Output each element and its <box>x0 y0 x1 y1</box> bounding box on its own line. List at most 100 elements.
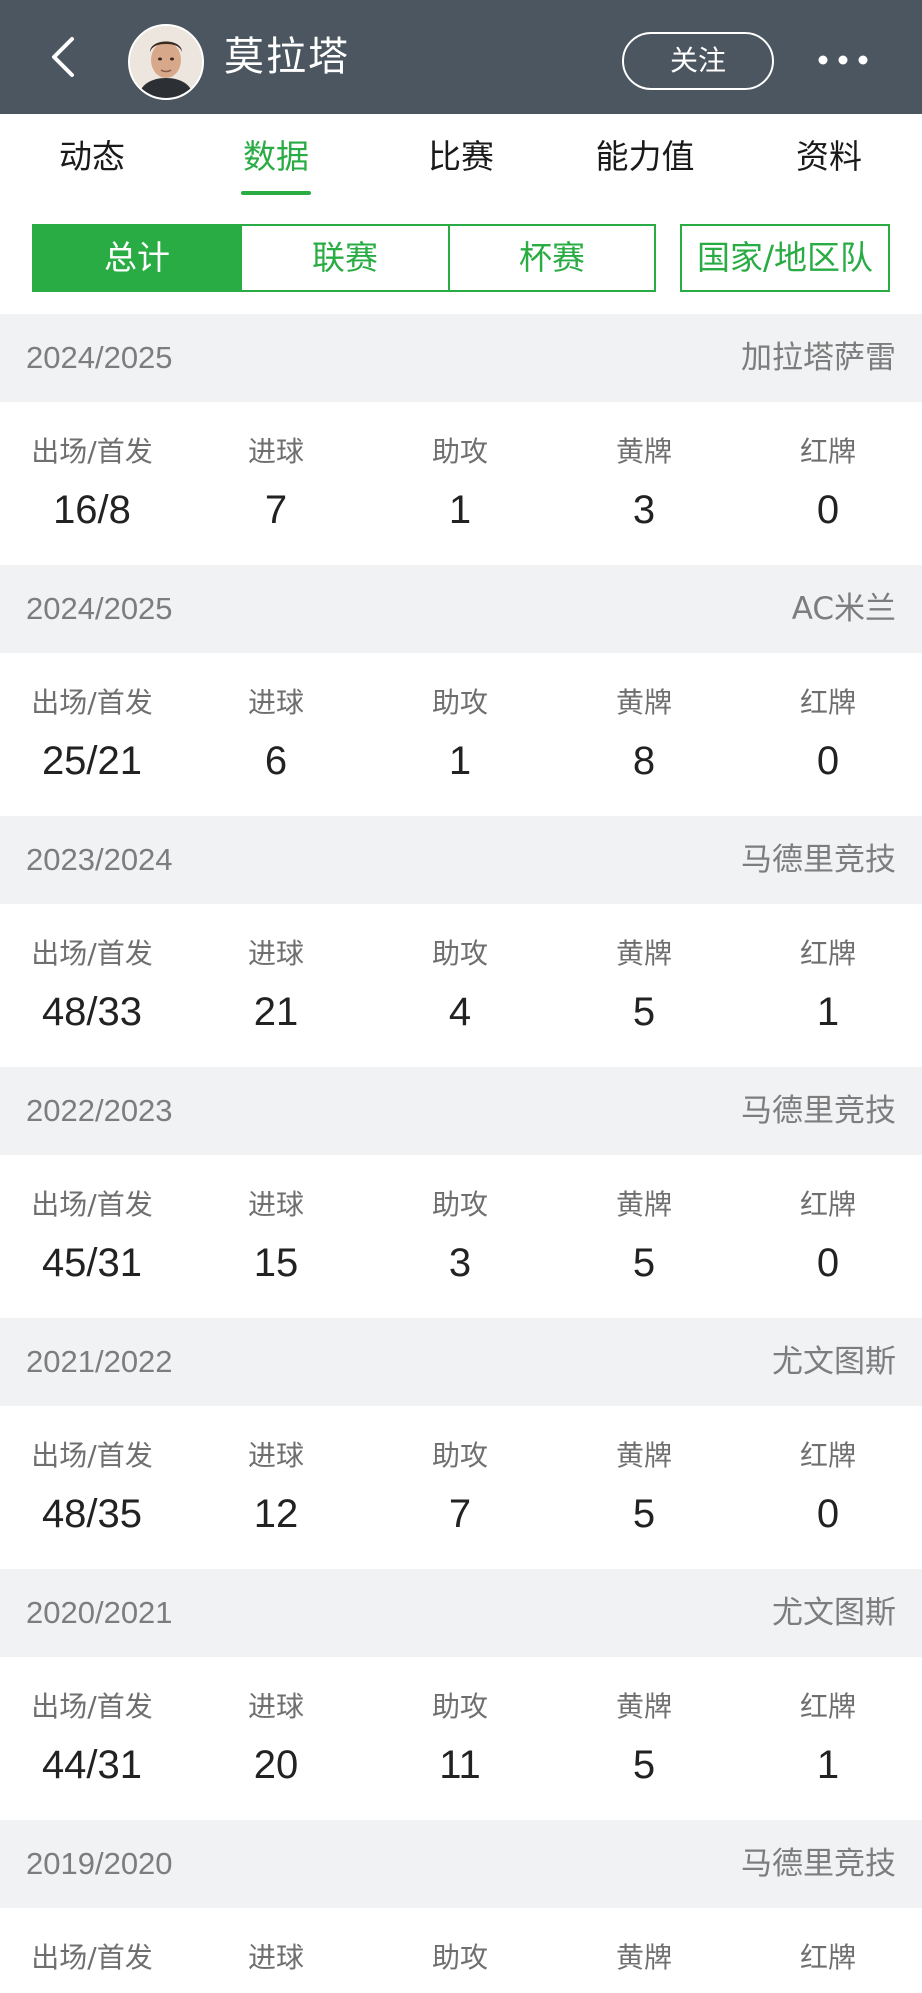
stat-cell: 出场/首发 48/33 <box>0 904 184 1066</box>
stat-cell: 红牌 0 <box>736 1406 920 1568</box>
stat-value: 1 <box>816 990 840 1034</box>
stat-value: 5 <box>632 1743 656 1787</box>
season-stats-row: 出场/首发 25/21 进球 6 助攻 1 黄牌 8 红牌 0 <box>0 653 922 815</box>
season-year: 2024/2025 <box>26 591 173 626</box>
stat-cell: 助攻 1 <box>368 402 552 564</box>
season-club[interactable]: 尤文图斯 <box>772 1318 896 1406</box>
stat-label: 出场/首发 <box>31 1188 153 1221</box>
stat-cell: 出场/首发 44/31 <box>0 1657 184 1819</box>
stat-value: 45/31 <box>41 1241 143 1285</box>
stat-label: 进球 <box>247 435 304 468</box>
stat-label: 红牌 <box>799 937 856 970</box>
season-year: 2020/2021 <box>26 1595 173 1630</box>
stat-label: 助攻 <box>431 1941 488 1974</box>
stat-label: 红牌 <box>799 1690 856 1723</box>
stat-cell: 出场/首发 <box>0 1908 184 1993</box>
stat-value: 12 <box>253 1492 299 1536</box>
season-club[interactable]: 加拉塔萨雷 <box>741 314 896 402</box>
season-stats-row: 出场/首发 进球 助攻 黄牌 红牌 <box>0 1908 922 1993</box>
stat-label: 出场/首发 <box>31 1690 153 1723</box>
stat-cell: 黄牌 5 <box>552 1406 736 1568</box>
stat-value: 5 <box>632 990 656 1034</box>
season-club[interactable]: 马德里竞技 <box>741 816 896 904</box>
stat-label: 出场/首发 <box>31 1941 153 1974</box>
season-year: 2022/2023 <box>26 1093 173 1128</box>
season-header: 2019/2020 马德里竞技 <box>0 1820 922 1908</box>
stat-value: 11 <box>439 1743 481 1787</box>
stat-label: 进球 <box>247 937 304 970</box>
stat-cell: 进球 20 <box>184 1657 368 1819</box>
stat-cell: 红牌 1 <box>736 1657 920 1819</box>
filter-national-team[interactable]: 国家/地区队 <box>680 224 890 292</box>
season-stats-row: 出场/首发 16/8 进球 7 助攻 1 黄牌 3 红牌 0 <box>0 402 922 564</box>
stat-cell: 出场/首发 16/8 <box>0 402 184 564</box>
tab-ratings[interactable]: 能力值 <box>570 132 720 182</box>
stat-value: 7 <box>448 1492 472 1536</box>
stat-label: 助攻 <box>431 435 488 468</box>
more-button[interactable] <box>812 36 874 84</box>
stat-value: 5 <box>632 1241 656 1285</box>
stat-label: 黄牌 <box>615 686 672 719</box>
player-avatar <box>128 24 204 100</box>
stat-label: 黄牌 <box>615 1188 672 1221</box>
season-club[interactable]: 马德里竞技 <box>741 1067 896 1155</box>
stat-cell: 黄牌 8 <box>552 653 736 815</box>
stat-value: 1 <box>448 739 472 783</box>
stat-label: 红牌 <box>799 686 856 719</box>
season-header: 2021/2022 尤文图斯 <box>0 1318 922 1406</box>
tab-matches[interactable]: 比赛 <box>401 132 521 182</box>
stat-label: 出场/首发 <box>31 435 153 468</box>
season-stats-row: 出场/首发 44/31 进球 20 助攻 11 黄牌 5 红牌 1 <box>0 1657 922 1819</box>
season-club[interactable]: 马德里竞技 <box>741 1820 896 1908</box>
top-bar: 莫拉塔 关注 <box>0 0 922 114</box>
player-name: 莫拉塔 <box>224 34 350 80</box>
season-club[interactable]: 尤文图斯 <box>772 1569 896 1657</box>
stat-cell: 进球 15 <box>184 1155 368 1317</box>
stat-value: 44/31 <box>41 1743 143 1787</box>
stat-value: 48/33 <box>41 990 143 1034</box>
stat-cell: 进球 <box>184 1908 368 1993</box>
tab-profile[interactable]: 资料 <box>769 132 889 182</box>
stat-cell: 助攻 1 <box>368 653 552 815</box>
stat-label: 助攻 <box>431 686 488 719</box>
tab-bar: 动态 数据 比赛 能力值 资料 <box>0 114 922 200</box>
stat-label: 出场/首发 <box>31 1439 153 1472</box>
stat-cell: 红牌 1 <box>736 904 920 1066</box>
season-header: 2024/2025 AC米兰 <box>0 565 922 653</box>
season-stats-row: 出场/首发 48/35 进球 12 助攻 7 黄牌 5 红牌 0 <box>0 1406 922 1568</box>
season-stats-row: 出场/首发 48/33 进球 21 助攻 4 黄牌 5 红牌 1 <box>0 904 922 1066</box>
filter-cup[interactable]: 杯赛 <box>448 224 656 292</box>
stat-value: 25/21 <box>41 739 143 783</box>
tab-updates[interactable]: 动态 <box>32 132 152 182</box>
stat-cell: 红牌 0 <box>736 1155 920 1317</box>
follow-button[interactable]: 关注 <box>622 32 774 90</box>
stat-cell: 出场/首发 25/21 <box>0 653 184 815</box>
stat-label: 红牌 <box>799 1439 856 1472</box>
filter-league[interactable]: 联赛 <box>240 224 450 292</box>
stat-label: 红牌 <box>799 1941 856 1974</box>
stat-cell: 红牌 <box>736 1908 920 1993</box>
back-button[interactable] <box>38 30 86 84</box>
stat-value: 48/35 <box>41 1492 143 1536</box>
more-dots-icon <box>818 55 868 65</box>
tab-data[interactable]: 数据 <box>216 132 336 182</box>
stat-label: 黄牌 <box>615 1941 672 1974</box>
stat-label: 进球 <box>247 1188 304 1221</box>
stat-value: 7 <box>264 488 288 532</box>
stat-value: 20 <box>253 1743 299 1787</box>
stat-cell: 黄牌 5 <box>552 904 736 1066</box>
stat-cell: 黄牌 5 <box>552 1155 736 1317</box>
stat-cell: 助攻 3 <box>368 1155 552 1317</box>
season-club[interactable]: AC米兰 <box>792 565 896 653</box>
season-year: 2019/2020 <box>26 1846 173 1881</box>
season-header: 2020/2021 尤文图斯 <box>0 1569 922 1657</box>
stat-value: 16/8 <box>53 488 131 532</box>
stat-value: 3 <box>448 1241 472 1285</box>
stat-value: 4 <box>448 990 472 1034</box>
stat-label: 出场/首发 <box>31 937 153 970</box>
season-year: 2024/2025 <box>26 340 173 375</box>
stat-cell: 进球 21 <box>184 904 368 1066</box>
stat-cell: 黄牌 3 <box>552 402 736 564</box>
stat-label: 黄牌 <box>615 937 672 970</box>
filter-total[interactable]: 总计 <box>32 224 242 292</box>
